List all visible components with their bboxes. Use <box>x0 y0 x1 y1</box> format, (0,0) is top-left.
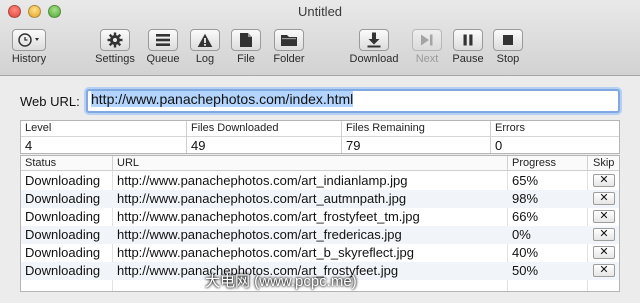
log-button[interactable]: Log <box>186 29 224 65</box>
document-icon <box>240 33 252 47</box>
skip-button[interactable]: ✕ <box>593 246 615 259</box>
download-icon <box>367 32 381 48</box>
row-progress: 40% <box>512 245 539 260</box>
stats-errors: Errors 0 <box>491 121 619 153</box>
row-progress: 66% <box>512 209 539 224</box>
download-button[interactable]: Download <box>346 29 402 65</box>
skip-button[interactable]: ✕ <box>593 210 615 223</box>
next-label: Next <box>415 53 439 65</box>
skip-button[interactable]: ✕ <box>593 228 615 241</box>
settings-label: Settings <box>95 53 135 65</box>
row-status: Downloading <box>25 245 101 260</box>
pause-icon <box>463 34 473 46</box>
skip-forward-icon <box>421 34 433 46</box>
pause-button[interactable]: Pause <box>450 29 486 65</box>
row-status: Downloading <box>25 209 101 224</box>
stop-label: Stop <box>496 53 520 65</box>
stats-header-errors: Errors <box>495 122 525 134</box>
stats-value-remaining: 79 <box>346 138 361 153</box>
log-label: Log <box>195 53 215 65</box>
next-button[interactable]: Next <box>409 29 445 65</box>
stats-value-level: 4 <box>25 138 33 153</box>
settings-button[interactable]: Settings <box>92 29 138 65</box>
stop-button[interactable]: Stop <box>490 29 526 65</box>
queue-button[interactable]: Queue <box>144 29 182 65</box>
stop-icon <box>503 35 513 45</box>
warning-icon <box>197 33 213 47</box>
web-url-input[interactable]: http://www.panachephotos.com/index.html <box>86 89 620 113</box>
history-button[interactable]: History <box>8 29 50 65</box>
gear-icon <box>107 32 123 48</box>
column-header-status[interactable]: Status <box>25 157 56 169</box>
web-url-value: http://www.panachephotos.com/index.html <box>91 91 354 107</box>
row-status: Downloading <box>25 173 101 188</box>
history-label: History <box>11 53 47 65</box>
queue-header: Status URL Progress Skip <box>21 156 619 171</box>
row-url: http://www.panachephotos.com/art_frostyf… <box>117 209 420 224</box>
file-label: File <box>237 53 255 65</box>
row-progress: 65% <box>512 173 539 188</box>
stats-header-downloaded: Files Downloaded <box>191 122 279 134</box>
column-header-skip[interactable]: Skip <box>593 157 614 169</box>
web-url-label: Web URL: <box>20 94 80 109</box>
row-url: http://www.panachephotos.com/art_indianl… <box>117 173 408 188</box>
title-bar: Untitled History Settings Queue Log File… <box>0 0 640 76</box>
history-clock-icon <box>18 33 39 47</box>
stats-value-downloaded: 49 <box>191 138 206 153</box>
table-row[interactable]: Downloading http://www.panachephotos.com/… <box>21 190 619 208</box>
list-icon <box>156 34 170 46</box>
window-title: Untitled <box>297 4 343 19</box>
row-status: Downloading <box>25 263 101 278</box>
stats-header-level: Level <box>25 122 52 134</box>
row-url: http://www.panachephotos.com/art_frederi… <box>117 227 402 242</box>
row-progress: 0% <box>512 227 531 242</box>
stats-level: Level 4 <box>21 121 187 153</box>
stats-files-downloaded: Files Downloaded 49 <box>187 121 342 153</box>
stats-value-errors: 0 <box>495 138 503 153</box>
folder-button[interactable]: Folder <box>270 29 308 65</box>
folder-icon <box>281 35 297 46</box>
table-row[interactable]: Downloading http://www.panachephotos.com/… <box>21 208 619 226</box>
pause-label: Pause <box>452 53 484 65</box>
table-row[interactable]: Downloading http://www.panachephotos.com/… <box>21 244 619 262</box>
row-progress: 50% <box>512 263 539 278</box>
folder-label: Folder <box>273 53 305 65</box>
app-window: Untitled History Settings Queue Log File… <box>0 0 640 303</box>
skip-button[interactable]: ✕ <box>593 192 615 205</box>
table-row[interactable]: Downloading http://www.panachephotos.com/… <box>21 172 619 190</box>
skip-button[interactable]: ✕ <box>593 264 615 277</box>
skip-button[interactable]: ✕ <box>593 174 615 187</box>
row-status: Downloading <box>25 227 101 242</box>
file-button[interactable]: File <box>228 29 264 65</box>
watermark-text: 大电网 (www.pcpc.me) <box>205 273 357 290</box>
row-url: http://www.panachephotos.com/art_autmnpa… <box>117 191 407 206</box>
row-progress: 98% <box>512 191 539 206</box>
stats-files-remaining: Files Remaining 79 <box>342 121 491 153</box>
column-header-progress[interactable]: Progress <box>512 157 556 169</box>
download-label: Download <box>349 53 399 65</box>
stats-table: Level 4 Files Downloaded 49 Files Remain… <box>20 120 620 154</box>
table-row[interactable]: Downloading http://www.panachephotos.com/… <box>21 226 619 244</box>
queue-label: Queue <box>146 53 180 65</box>
row-url: http://www.panachephotos.com/art_b_skyre… <box>117 245 414 260</box>
stats-header-remaining: Files Remaining <box>346 122 425 134</box>
row-status: Downloading <box>25 191 101 206</box>
column-header-url[interactable]: URL <box>117 157 139 169</box>
